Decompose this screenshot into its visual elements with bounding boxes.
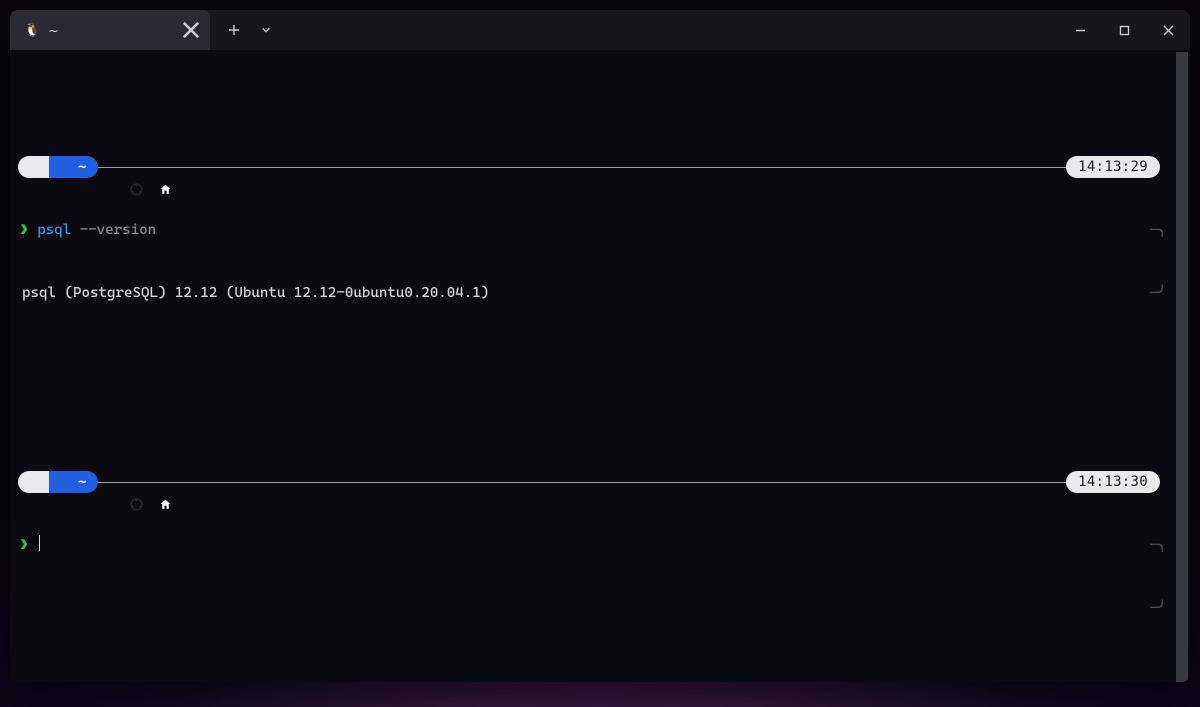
- tab-title: ~: [48, 23, 174, 38]
- terminal-content[interactable]: ~ 14:13:29 ❯ psql --version ─╮ psql (Pos…: [10, 50, 1174, 682]
- prompt-chevron: ❯: [20, 220, 28, 241]
- new-tab-button[interactable]: [220, 16, 248, 44]
- cwd-pill: ~: [49, 471, 98, 493]
- time-pill: 14:13:29: [1066, 156, 1160, 178]
- home-icon: [57, 476, 70, 489]
- home-icon: [57, 161, 70, 174]
- tux-icon: 🐧: [24, 23, 40, 38]
- os-pill: [18, 156, 49, 178]
- tab-dropdown-button[interactable]: [252, 16, 280, 44]
- terminal-viewport: ~ 14:13:29 ❯ psql --version ─╮ psql (Pos…: [10, 50, 1190, 682]
- minimize-button[interactable]: [1058, 10, 1102, 50]
- tab-actions: [210, 10, 280, 50]
- segment-rule: [98, 482, 1066, 483]
- row-corner-icon: ─╯: [1151, 283, 1168, 304]
- empty-line: ─╯: [18, 598, 1168, 619]
- cwd-pill: ~: [49, 156, 98, 178]
- maximize-button[interactable]: [1102, 10, 1146, 50]
- scrollbar-thumb[interactable]: [1176, 52, 1188, 682]
- cursor: [39, 535, 40, 551]
- command-input[interactable]: [37, 535, 40, 556]
- command-output: psql (PostgreSQL) 12.12 (Ubuntu 12.12-0u…: [20, 283, 489, 304]
- tab-active[interactable]: 🐧 ~: [10, 10, 210, 50]
- prompt-segment-row: ~ 14:13:29: [18, 156, 1160, 178]
- command-line: ❯ psql --version ─╮: [18, 220, 1168, 241]
- ubuntu-icon: [28, 476, 41, 489]
- command-text: psql --version: [37, 220, 156, 241]
- cwd-text: ~: [78, 157, 86, 178]
- time-pill: 14:13:30: [1066, 471, 1160, 493]
- terminal-window: 🐧 ~: [10, 10, 1190, 682]
- row-corner-icon: ─╮: [1151, 220, 1168, 241]
- command-line: ❯ ─╮: [18, 535, 1168, 556]
- close-window-button[interactable]: [1146, 10, 1190, 50]
- tab-close-button[interactable]: [182, 21, 200, 39]
- window-controls: [1058, 10, 1190, 50]
- prompt-chevron: ❯: [20, 535, 28, 556]
- scrollbar-track[interactable]: [1176, 52, 1188, 680]
- command-bin: psql: [37, 222, 71, 238]
- os-pill: [18, 471, 49, 493]
- output-line: psql (PostgreSQL) 12.12 (Ubuntu 12.12-0u…: [18, 283, 1168, 304]
- row-corner-icon: ─╯: [1151, 598, 1168, 619]
- titlebar: 🐧 ~: [10, 10, 1190, 50]
- command-args: --version: [80, 222, 156, 238]
- cwd-text: ~: [78, 472, 86, 493]
- row-corner-icon: ─╮: [1151, 535, 1168, 556]
- ubuntu-icon: [28, 161, 41, 174]
- segment-rule: [98, 167, 1066, 168]
- prompt-segment-row: ~ 14:13:30: [18, 471, 1160, 493]
